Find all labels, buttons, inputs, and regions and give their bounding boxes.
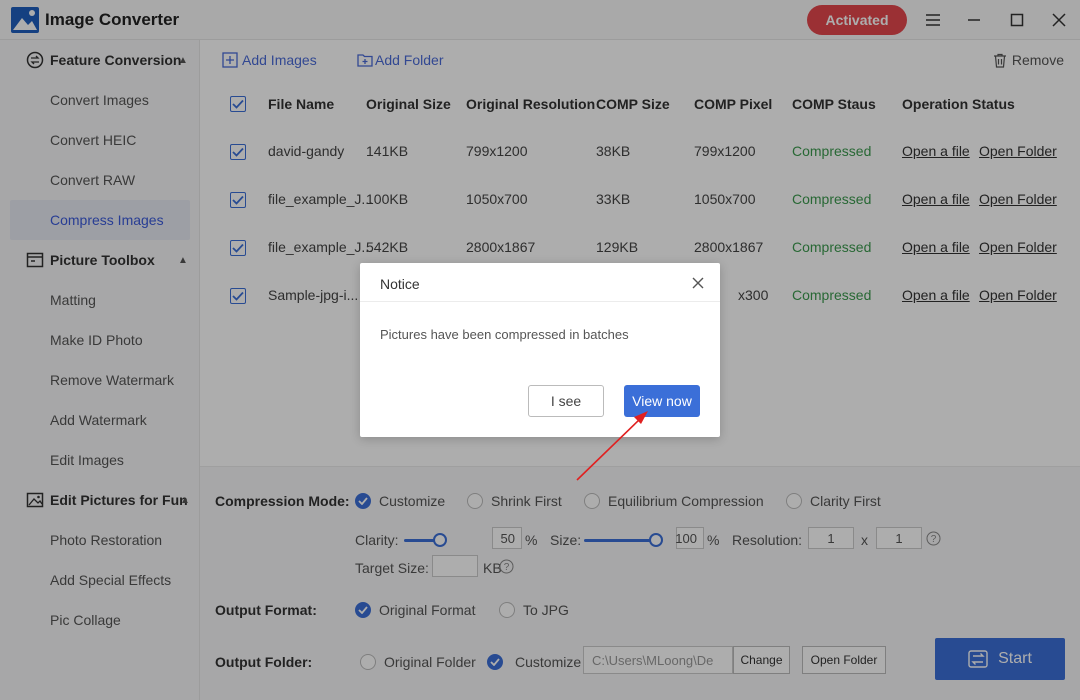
dialog-title: Notice xyxy=(380,276,420,292)
dialog-message: Pictures have been compressed in batches xyxy=(380,327,629,342)
view-now-button[interactable]: View now xyxy=(624,385,700,417)
close-icon[interactable] xyxy=(689,274,707,292)
notice-dialog: Notice Pictures have been compressed in … xyxy=(360,263,720,437)
dialog-divider xyxy=(360,301,720,302)
i-see-button[interactable]: I see xyxy=(528,385,604,417)
